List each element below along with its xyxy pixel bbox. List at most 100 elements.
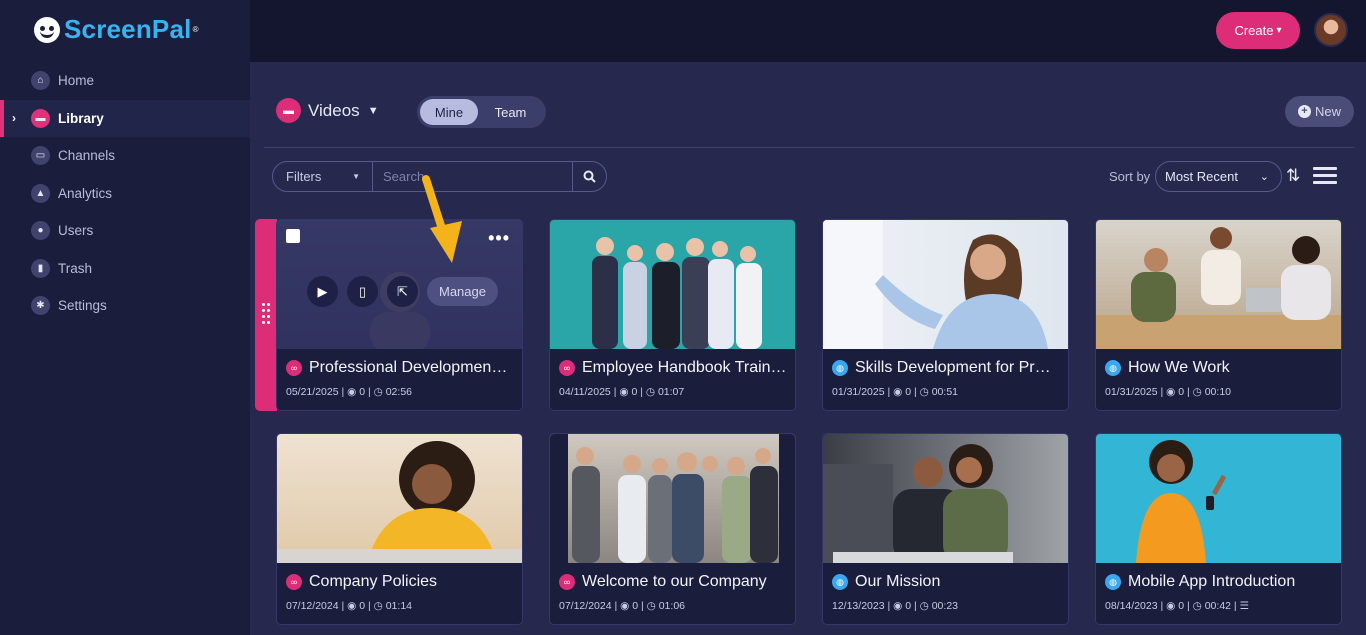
- video-thumbnail[interactable]: [1096, 434, 1341, 563]
- video-duration: 00:23: [931, 600, 958, 612]
- play-icon[interactable]: ▶: [307, 276, 338, 307]
- view-count: 0: [632, 600, 639, 612]
- manage-button[interactable]: Manage: [427, 277, 498, 306]
- video-duration: 00:51: [931, 386, 958, 398]
- public-globe-icon: ◍: [1105, 574, 1121, 590]
- create-button[interactable]: Create ▾: [1216, 12, 1300, 49]
- sidebar-item-label: Analytics: [58, 185, 113, 201]
- view-count: 0: [359, 600, 366, 612]
- video-title[interactable]: Our Mission: [855, 573, 940, 591]
- caret-down-icon: ▼: [352, 172, 360, 181]
- video-title[interactable]: How We Work: [1128, 359, 1230, 377]
- video-card[interactable]: ∞ Employee Handbook Train… 04/11/2025 | …: [549, 219, 796, 411]
- trash-icon: ▮: [31, 258, 50, 278]
- sidebar-item-label: Home: [58, 73, 95, 89]
- video-card[interactable]: ◍ Mobile App Introduction 08/14/2023 | ◉…: [1095, 433, 1342, 625]
- filters-dropdown[interactable]: Filters ▼: [273, 162, 373, 191]
- sidebar-nav: ⌂ Home › ▬ Library ▭ Channels ▲ Analytic…: [0, 62, 250, 325]
- video-title[interactable]: Employee Handbook Train…: [582, 359, 787, 377]
- sidebar-item-label: Trash: [58, 260, 93, 276]
- clock-icon: ◷: [373, 386, 383, 398]
- sidebar-item-analytics[interactable]: ▲ Analytics: [0, 175, 250, 213]
- video-thumbnail[interactable]: [823, 434, 1068, 563]
- sidebar-item-label: Users: [58, 223, 94, 239]
- video-meta: 01/31/2025 | ◉ 0 | ◷ 00:10: [1105, 386, 1231, 398]
- sidebar-item-label: Channels: [58, 148, 116, 164]
- clock-icon: ◷: [373, 600, 383, 612]
- video-title[interactable]: Mobile App Introduction: [1128, 573, 1295, 591]
- sidebar-item-settings[interactable]: ✱ Settings: [0, 287, 250, 325]
- video-card[interactable]: ∞ Company Policies 07/12/2024 | ◉ 0 | ◷ …: [276, 433, 523, 625]
- sort-direction-icon[interactable]: ⇅: [1286, 166, 1300, 186]
- avatar[interactable]: [1314, 13, 1348, 47]
- new-button[interactable]: + New: [1285, 96, 1354, 127]
- video-thumbnail[interactable]: [823, 220, 1068, 349]
- video-meta: 08/14/2023 | ◉ 0 | ◷ 00:42 | ☰: [1105, 600, 1249, 612]
- video-meta: 01/31/2025 | ◉ 0 | ◷ 00:51: [832, 386, 958, 398]
- video-title[interactable]: Welcome to our Company: [582, 573, 767, 591]
- sidebar-item-channels[interactable]: ▭ Channels: [0, 137, 250, 175]
- sort-by-label: Sort by: [1109, 169, 1151, 184]
- view-count: 0: [359, 386, 366, 398]
- eye-icon: ◉: [619, 386, 629, 398]
- scope-toggle: Mine Team: [417, 96, 546, 128]
- sidebar-item-trash[interactable]: ▮ Trash: [0, 250, 250, 288]
- video-thumbnail[interactable]: [550, 220, 795, 349]
- video-date: 07/12/2024: [559, 600, 612, 612]
- video-thumbnail[interactable]: [1096, 220, 1341, 349]
- video-meta: 07/12/2024 | ◉ 0 | ◷ 01:06: [559, 600, 685, 612]
- video-title[interactable]: Skills Development for Pr…: [855, 359, 1051, 377]
- more-options-icon[interactable]: •••: [488, 228, 510, 249]
- view-count: 0: [905, 386, 912, 398]
- copy-icon[interactable]: ▯: [347, 276, 378, 307]
- video-card[interactable]: ◍ Skills Development for Pr… 01/31/2025 …: [822, 219, 1069, 411]
- video-date: 08/14/2023: [1105, 600, 1158, 612]
- library-title-dropdown[interactable]: ▬ Videos ▼: [276, 98, 379, 123]
- video-meta: 12/13/2023 | ◉ 0 | ◷ 00:23: [832, 600, 958, 612]
- video-thumbnail[interactable]: [277, 434, 522, 563]
- sort-select[interactable]: Most Recent ⌄: [1155, 161, 1282, 192]
- sidebar: ScreenPal ® ⌂ Home › ▬ Library ▭ Channel…: [0, 0, 250, 635]
- eye-icon: ◉: [1166, 386, 1176, 398]
- sidebar-item-library[interactable]: › ▬ Library: [0, 99, 250, 137]
- video-date: 04/11/2025: [559, 386, 611, 398]
- video-date: 05/21/2025: [286, 386, 339, 398]
- folder-icon: ▬: [276, 98, 301, 123]
- video-thumbnail[interactable]: [550, 434, 795, 563]
- filters-label: Filters: [286, 169, 322, 184]
- tab-mine[interactable]: Mine: [420, 99, 478, 125]
- create-label: Create: [1234, 23, 1274, 38]
- video-duration: 01:14: [385, 600, 412, 612]
- logo-trademark: ®: [192, 25, 199, 34]
- search-icon[interactable]: [572, 162, 606, 191]
- sidebar-item-label: Library: [58, 110, 104, 126]
- share-icon[interactable]: ⇱: [387, 276, 418, 307]
- sidebar-item-users[interactable]: ● Users: [0, 212, 250, 250]
- gear-icon: ✱: [31, 296, 50, 316]
- video-title[interactable]: Company Policies: [309, 573, 437, 591]
- drag-handle-icon[interactable]: [262, 303, 270, 327]
- clock-icon: ◷: [919, 386, 929, 398]
- expand-chevron-icon[interactable]: ›: [12, 111, 16, 125]
- link-icon: ∞: [559, 360, 575, 376]
- search-input[interactable]: [373, 162, 572, 191]
- video-card[interactable]: ••• ▶ ▯ ⇱ Manage ∞ Professional Developm…: [276, 219, 523, 411]
- select-checkbox[interactable]: [286, 229, 300, 243]
- video-card[interactable]: ◍ How We Work 01/31/2025 | ◉ 0 | ◷ 00:10: [1095, 219, 1342, 411]
- sidebar-item-home[interactable]: ⌂ Home: [0, 62, 250, 100]
- view-count: 0: [631, 386, 638, 398]
- view-count: 0: [1178, 600, 1185, 612]
- view-count: 0: [1178, 386, 1185, 398]
- tab-team[interactable]: Team: [478, 99, 543, 125]
- video-title[interactable]: Professional Developmen…: [309, 359, 507, 377]
- plus-icon: +: [1297, 105, 1311, 118]
- channels-icon: ▭: [31, 146, 50, 166]
- folder-icon: ▬: [31, 108, 50, 128]
- link-icon: ∞: [286, 574, 302, 590]
- video-card[interactable]: ◍ Our Mission 12/13/2023 | ◉ 0 | ◷ 00:23: [822, 433, 1069, 625]
- divider: [264, 147, 1354, 148]
- list-view-icon[interactable]: [1313, 167, 1337, 187]
- video-card[interactable]: ∞ Welcome to our Company 07/12/2024 | ◉ …: [549, 433, 796, 625]
- selection-handle[interactable]: [255, 219, 277, 411]
- screenpal-logo[interactable]: ScreenPal ®: [34, 14, 198, 45]
